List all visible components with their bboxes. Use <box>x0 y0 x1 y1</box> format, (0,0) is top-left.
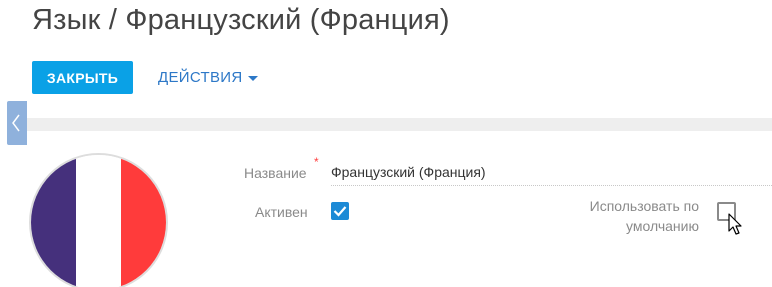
page-title: Язык / Французский (Франция) <box>32 4 450 36</box>
mouse-cursor-icon <box>728 213 742 235</box>
actions-label: ДЕЙСТВИЯ <box>158 69 243 86</box>
divider-band <box>7 118 772 131</box>
required-marker: * <box>314 155 319 169</box>
flag-stripe-red <box>121 155 166 287</box>
close-button[interactable]: ЗАКРЫТЬ <box>32 61 133 94</box>
default-label: Использовать по умолчанию <box>589 198 699 234</box>
collapse-sidebar-tab[interactable] <box>7 101 27 145</box>
active-label: Активен <box>255 204 308 220</box>
caret-down-icon <box>248 75 259 81</box>
name-input[interactable] <box>331 158 772 186</box>
chevron-left-icon <box>12 114 20 132</box>
actions-dropdown[interactable]: ДЕЙСТВИЯ <box>158 61 259 94</box>
name-label: Название <box>244 165 307 181</box>
active-checkbox[interactable] <box>331 202 349 220</box>
flag-stripe-white <box>76 155 121 287</box>
checkmark-icon <box>333 206 347 217</box>
language-page: Язык / Французский (Франция) ЗАКРЫТЬ ДЕЙ… <box>0 0 772 287</box>
flag-stripe-blue <box>31 155 76 287</box>
flag-image <box>29 153 168 287</box>
